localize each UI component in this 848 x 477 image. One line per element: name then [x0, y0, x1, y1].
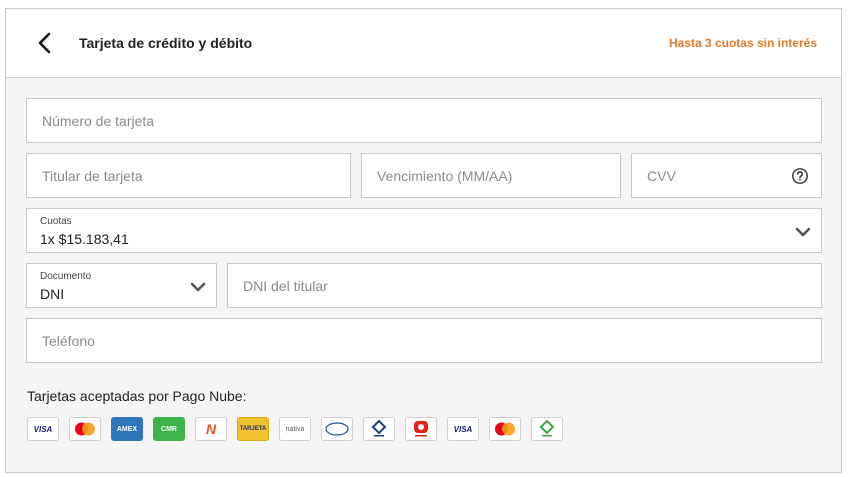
phone-placeholder: Teléfono	[42, 333, 95, 349]
chevron-down-icon	[795, 227, 811, 237]
maestro-icon	[489, 417, 521, 441]
expiry-placeholder: Vencimiento (MM/AA)	[377, 168, 513, 184]
dni-field[interactable]: DNI del titular	[227, 263, 822, 308]
cabal-debit-icon	[531, 417, 563, 441]
back-arrow-icon[interactable]	[34, 31, 58, 55]
mastercard-icon	[69, 417, 101, 441]
nativa-icon: nativa	[279, 417, 311, 441]
cencosud-icon	[321, 417, 353, 441]
document-value: DNI	[40, 286, 65, 302]
expiry-field[interactable]: Vencimiento (MM/AA)	[361, 153, 621, 198]
help-icon[interactable]	[791, 167, 809, 185]
phone-field[interactable]: Teléfono	[26, 318, 822, 363]
dni-placeholder: DNI del titular	[243, 278, 328, 294]
cabal-icon	[363, 417, 395, 441]
document-type-select[interactable]: Documento DNI	[26, 263, 217, 308]
visa-icon: VISA	[27, 417, 59, 441]
card-number-field[interactable]: Número de tarjeta	[26, 98, 822, 143]
cvv-field[interactable]: CVV	[631, 153, 822, 198]
document-label: Documento	[40, 271, 92, 282]
installments-select[interactable]: Cuotas 1x $15.183,41	[26, 208, 822, 253]
installments-promo: Hasta 3 cuotas sin interés	[668, 36, 817, 50]
accepted-cards-label: Tarjetas aceptadas por Pago Nube:	[27, 388, 247, 404]
naranja-icon: N	[195, 417, 227, 441]
cmr-icon: CMR	[153, 417, 185, 441]
header: Tarjeta de crédito y débito Hasta 3 cuot…	[6, 9, 841, 78]
installments-label: Cuotas	[40, 216, 72, 227]
cardholder-placeholder: Titular de tarjeta	[42, 168, 143, 184]
installments-value: 1x $15.183,41	[40, 231, 129, 247]
argencard-icon	[405, 417, 437, 441]
amex-icon: AMEX	[111, 417, 143, 441]
cvv-placeholder: CVV	[647, 168, 676, 184]
tarjeta-shopping-icon: TARJETA	[237, 417, 269, 441]
card-number-placeholder: Número de tarjeta	[42, 113, 155, 129]
payment-panel: Tarjeta de crédito y débito Hasta 3 cuot…	[5, 8, 842, 473]
chevron-down-icon	[190, 282, 206, 292]
visa-debit-icon: VISA	[447, 417, 479, 441]
cardholder-field[interactable]: Titular de tarjeta	[26, 153, 351, 198]
page-title: Tarjeta de crédito y débito	[79, 35, 253, 51]
